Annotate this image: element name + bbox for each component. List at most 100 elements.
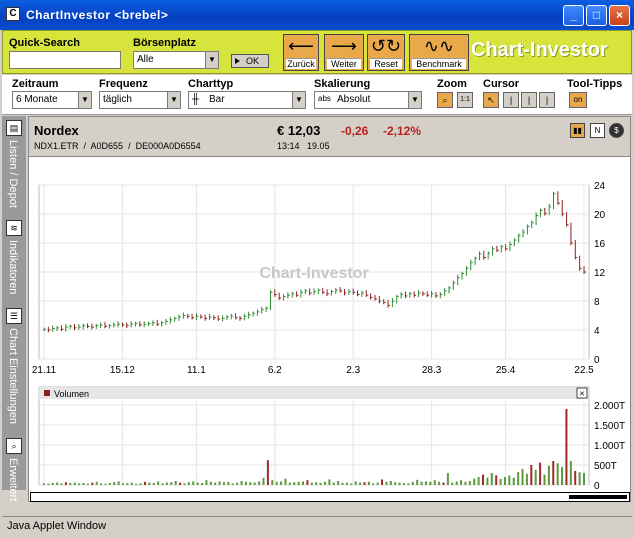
stock-change-pct: -2,12% [383,124,422,138]
volume-bar [477,477,480,485]
sidebar-item-indikatoren[interactable]: Indikatoren [7,240,19,294]
bar-chart-icon[interactable]: ▮▮ [570,123,585,138]
charttyp-select[interactable]: ╫ Bar ▼ [188,91,306,109]
stock-price: € 12,03 [277,123,321,138]
back-button[interactable]: ⟵ Zurück [283,34,319,71]
volume-bar [302,481,305,485]
volume-bar [117,481,120,485]
benchmark-button[interactable]: ∿∿ Benchmark [409,34,469,71]
volume-bar [411,481,414,485]
volume-bar [534,469,537,485]
volume-bar [284,478,287,485]
forward-button[interactable]: ⟶ Weiter [324,34,364,71]
volume-bar [139,483,142,485]
quote-time: 13:14 [277,141,300,151]
cursor-line-icon[interactable]: | [503,92,519,108]
indicator-icon[interactable]: ≋ [6,220,22,236]
volume-bar [82,483,85,485]
price-y-tick-label: 0 [594,355,600,366]
sidebar-item-erweitert[interactable]: Erweitert [7,458,19,501]
sidebar-item-chart-einstellungen[interactable]: Chart Einstellungen [7,328,19,424]
volume-bar [179,482,182,485]
cursor-arrow-icon[interactable]: ↖ [483,92,499,108]
volume-bar [126,483,129,485]
zeitraum-select[interactable]: 6 Monate ▼ [12,91,92,109]
chart-panel: Nordex NDX1.ETR / A0D655 / DE000A0D6554 … [28,116,631,502]
volume-bar [108,483,111,485]
volume-bar [236,482,239,485]
status-bar: Java Applet Window [2,516,632,536]
main-toolbar: Quick-Search Börsenplatz Alle ▼ OK ⟵ Zur… [2,30,632,74]
arrow-left-icon: ⟵ [288,36,314,56]
volume-bar [561,467,564,485]
maximize-button[interactable]: □ [586,5,607,26]
ok-button[interactable]: OK [231,54,269,68]
price-and-volume-chart[interactable]: Chart-Investor 0 4 8 12 16 20 24 21.11 15.12 11.… [29,157,630,491]
exchange-select[interactable]: Alle ▼ [133,51,219,69]
volume-bar [244,481,247,485]
volume-bar [455,481,458,485]
close-icon: × [579,389,584,399]
zoom-reset-button[interactable]: 1:1 [457,92,473,108]
volume-bar [354,481,357,485]
scrollbar-thumb[interactable] [569,495,627,499]
scale-icon: abs [318,94,331,103]
volume-bar [539,462,542,485]
cursor-crosshair-icon[interactable]: | [521,92,537,108]
volume-chart-area: Volumen × 0 500T 1.000T 1.500T 2.000T [38,386,625,491]
ok-label: OK [246,56,260,66]
tooltips-toggle[interactable]: on [569,92,587,108]
volume-bar [499,479,502,485]
news-icon[interactable]: N [590,123,605,138]
price-y-tick-label: 4 [594,326,600,337]
volume-bar [359,482,362,485]
frequenz-select[interactable]: täglich ▼ [99,91,181,109]
volume-bar [130,482,133,485]
volume-label: Volumen [54,389,89,399]
volume-bar [113,482,116,485]
stock-symbol: NDX1.ETR [34,141,79,151]
charttyp-label: Charttyp [188,78,234,90]
benchmark-label: Benchmark [412,58,466,69]
stock-wkn: A0D655 [90,141,124,151]
volume-bar [345,482,348,485]
settings-list-icon[interactable]: ☰ [6,308,22,324]
volume-bar [310,482,313,485]
skalierung-select[interactable]: abs Absolut ▼ [314,91,422,109]
chevron-down-icon: ▼ [167,92,180,108]
tooltips-label: Tool-Tipps [567,78,623,90]
close-button[interactable]: × [609,5,630,26]
chevron-down-icon: ▼ [408,92,421,108]
depot-icon[interactable]: ▤ [6,120,22,136]
volume-bar [583,473,585,485]
volume-bar [403,483,405,485]
volume-bar [517,472,520,485]
volume-bar [43,483,45,485]
volume-bar [288,482,291,485]
reset-button[interactable]: ↺↻ Reset [367,34,405,71]
dollar-icon[interactable]: $ [609,123,624,138]
sidebar-item-depot[interactable]: Listen / Depot [7,140,19,208]
stock-identifiers: NDX1.ETR / A0D655 / DE000A0D6554 [34,141,201,151]
minimize-button[interactable]: _ [563,5,584,26]
title-bar: C ChartInvestor <brebel> _ □ × [0,0,634,30]
cursor-measure-icon[interactable]: | [539,92,555,108]
quote-header: Nordex NDX1.ETR / A0D655 / DE000A0D6554 … [29,117,630,157]
frequenz-label: Frequenz [99,78,148,90]
zoom-label: Zoom [437,78,467,90]
volume-bar [100,483,103,485]
volume-y-tick-label: 500T [594,461,617,472]
chart-scrollbar[interactable] [30,492,630,502]
price-x-tick-label: 28.3 [422,365,442,376]
quick-search-input[interactable] [9,51,121,69]
zoom-icon[interactable]: ⌕ [437,92,453,108]
volume-bar [565,409,568,485]
search-icon[interactable]: ⌕ [6,438,22,454]
volume-legend-swatch [44,390,50,396]
volume-bar [525,473,528,485]
chevron-down-icon: ▼ [292,92,305,108]
volume-bar [60,483,63,485]
volume-bar [275,481,278,485]
volume-bar [293,482,296,485]
volume-bar [385,481,388,485]
